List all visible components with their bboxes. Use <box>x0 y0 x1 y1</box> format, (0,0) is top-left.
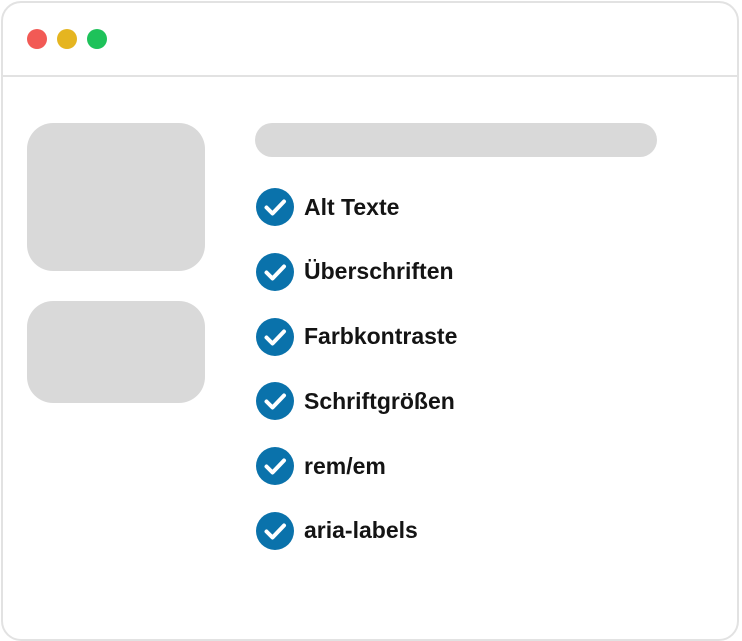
image-placeholder-large <box>27 123 205 271</box>
image-placeholder-small <box>27 301 205 403</box>
heading-placeholder-bar <box>255 123 657 157</box>
window-titlebar <box>3 3 737 77</box>
checklist-item-label: Farbkontraste <box>304 323 458 350</box>
checklist-item-label: Schriftgrößen <box>304 387 455 414</box>
checklist-item: aria-labels <box>256 511 457 550</box>
check-circle-icon <box>256 382 294 421</box>
checklist-item: Überschriften <box>256 252 457 291</box>
checklist-item-label: rem/em <box>304 452 386 479</box>
checklist-item: Schriftgrößen <box>256 382 457 421</box>
checklist-item: Alt Texte <box>256 188 457 226</box>
check-circle-icon <box>256 188 294 226</box>
checklist-item-label: Überschriften <box>304 258 454 285</box>
accessibility-checklist: Alt Texte Überschriften Farbkontraste Sc… <box>256 188 457 577</box>
checklist-item-label: aria-labels <box>304 517 418 544</box>
checklist-item: Farbkontraste <box>256 317 458 356</box>
minimize-window-button[interactable] <box>57 29 77 49</box>
check-circle-icon <box>256 511 294 550</box>
checklist-item: rem/em <box>256 447 457 486</box>
check-circle-icon <box>256 317 294 356</box>
close-window-button[interactable] <box>27 29 47 49</box>
check-circle-icon <box>256 252 294 291</box>
checklist-item-label: Alt Texte <box>304 193 400 220</box>
maximize-window-button[interactable] <box>87 29 107 49</box>
check-circle-icon <box>256 447 294 486</box>
